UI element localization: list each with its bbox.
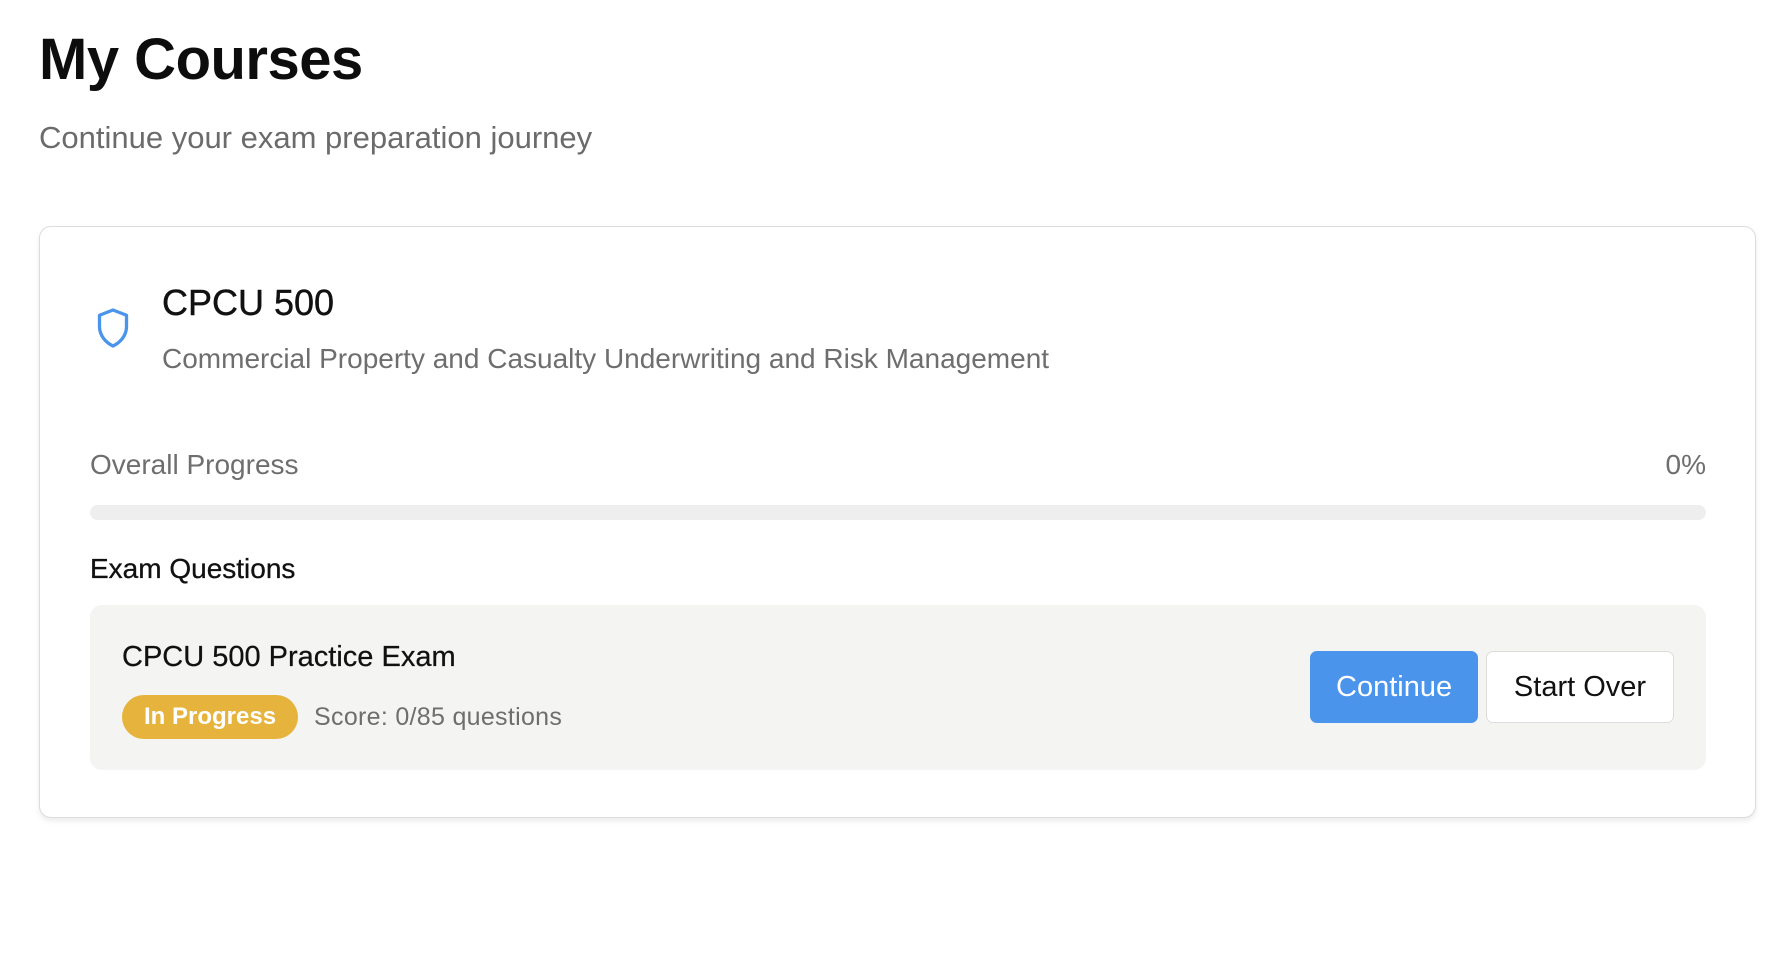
shield-icon	[92, 305, 134, 351]
course-header: CPCU 500 Commercial Property and Casualt…	[92, 281, 1049, 377]
course-description: Commercial Property and Casualty Underwr…	[162, 343, 1050, 374]
progress-header: Overall Progress 0%	[90, 447, 1706, 483]
course-name: CPCU 500	[162, 282, 335, 323]
exam-score: Score: 0/85 questions	[314, 702, 563, 731]
exam-meta: In Progress Score: 0/85 questions	[122, 695, 562, 739]
exam-actions: Continue Start Over	[1310, 651, 1674, 723]
exam-title: CPCU 500 Practice Exam	[122, 641, 456, 673]
continue-button[interactable]: Continue	[1310, 651, 1478, 723]
overall-progress: Overall Progress 0%	[90, 447, 1706, 520]
page-subtitle: Continue your exam preparation journey	[39, 120, 593, 155]
exam-questions-heading: Exam Questions	[90, 553, 296, 584]
my-courses-page: My Courses Continue your exam preparatio…	[0, 0, 1782, 964]
progress-value: 0%	[1665, 449, 1706, 480]
start-over-button[interactable]: Start Over	[1486, 651, 1674, 723]
course-card: CPCU 500 Commercial Property and Casualt…	[39, 226, 1756, 818]
status-badge: In Progress	[122, 695, 299, 739]
exam-list-item: CPCU 500 Practice Exam In Progress Score…	[90, 605, 1706, 770]
page-title: My Courses	[39, 27, 363, 92]
course-info: CPCU 500 Commercial Property and Casualt…	[162, 281, 1049, 377]
progress-bar	[90, 505, 1706, 520]
progress-label: Overall Progress	[90, 449, 299, 480]
